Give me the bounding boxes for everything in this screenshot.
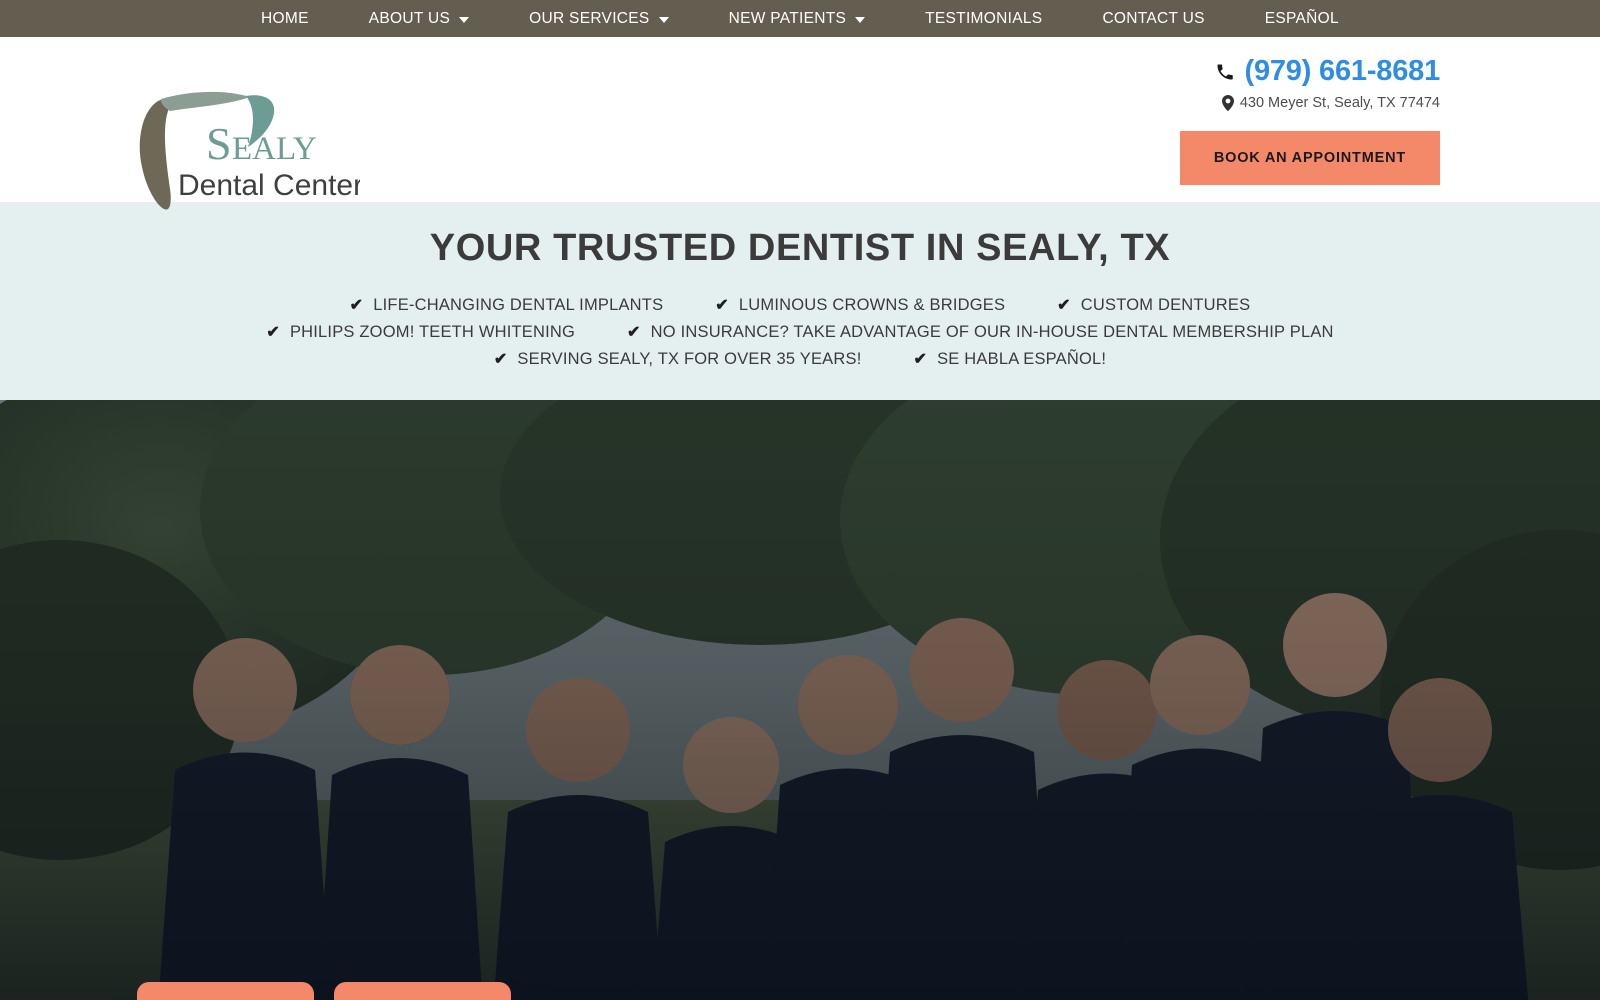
phone-row[interactable]: (979) 661-8681 [1180,55,1440,88]
nav-item-new-patients[interactable]: NEW PATIENTS [699,0,896,37]
check-icon: ✔ [627,323,641,341]
feature-item: ✔ PHILIPS ZOOM! TEETH WHITENING [266,323,575,342]
check-icon: ✔ [266,323,280,341]
nav-item-espanol[interactable]: ESPAÑOL [1235,0,1369,37]
chevron-down-icon [855,16,866,23]
nav-label: ESPAÑOL [1264,10,1339,27]
feature-row-1: ✔ LIFE-CHANGING DENTAL IMPLANTS ✔ LUMINO… [0,296,1600,315]
svg-text:Dental Center: Dental Center [178,169,360,202]
check-icon: ✔ [715,296,729,314]
phone-icon [1217,64,1234,79]
feature-item: ✔ NO INSURANCE? TAKE ADVANTAGE OF OUR IN… [627,323,1334,342]
main-navigation: HOME ABOUT US OUR SERVICES NEW PATIENTS … [0,0,1600,37]
nav-label: ABOUT US [368,10,451,27]
map-pin-icon [1221,95,1234,111]
check-icon: ✔ [349,296,364,314]
feature-label: SERVING SEALY, TX FOR OVER 35 YEARS! [517,350,862,368]
feature-row-3: ✔ SERVING SEALY, TX FOR OVER 35 YEARS! ✔… [0,350,1600,369]
nav-label: HOME [261,10,309,27]
header-contact-block: (979) 661-8681 430 Meyer St, Sealy, TX 7… [1179,55,1440,185]
nav-item-testimonials[interactable]: TESTIMONIALS [895,0,1072,37]
feature-label: LIFE-CHANGING DENTAL IMPLANTS [373,296,664,314]
feature-label: CUSTOM DENTURES [1080,296,1251,314]
nav-item-our-services[interactable]: OUR SERVICES [499,0,698,37]
nav-label: NEW PATIENTS [728,10,847,27]
check-icon: ✔ [1057,296,1071,314]
svg-text:EALY: EALY [232,131,317,167]
nav-item-about-us[interactable]: ABOUT US [339,0,499,37]
nav-item-home[interactable]: HOME [231,0,339,37]
hero-cta-primary[interactable] [137,982,314,1000]
feature-item: ✔ SERVING SEALY, TX FOR OVER 35 YEARS! [494,350,862,369]
feature-row-2: ✔ PHILIPS ZOOM! TEETH WHITENING ✔ NO INS… [0,323,1600,342]
feature-label: LUMINOUS CROWNS & BRIDGES [738,296,1006,314]
phone-number[interactable]: (979) 661-8681 [1244,55,1440,88]
feature-label: PHILIPS ZOOM! TEETH WHITENING [289,323,576,341]
nav-label: CONTACT US [1102,10,1205,27]
value-proposition-banner: YOUR TRUSTED DENTIST IN SEALY, TX ✔ LIFE… [0,202,1600,400]
address-row[interactable]: 430 Meyer St, Sealy, TX 77474 [1180,95,1440,111]
nav-label: OUR SERVICES [529,10,650,27]
hero-overlay [0,400,1600,1000]
feature-item: ✔ SE HABLA ESPAÑOL! [913,350,1106,369]
svg-text:S: S [206,118,231,169]
site-logo[interactable]: S EALY Dental Center [128,85,360,217]
chevron-down-icon [658,16,669,23]
hero-cta-group [137,982,511,1000]
site-header: S EALY Dental Center (979) 661-8681 430 … [0,37,1600,210]
feature-item: ✔ CUSTOM DENTURES [1057,296,1250,315]
chevron-down-icon [459,16,470,23]
feature-item: ✔ LIFE-CHANGING DENTAL IMPLANTS [350,296,664,315]
feature-label: SE HABLA ESPAÑOL! [937,350,1107,368]
book-appointment-button[interactable]: BOOK AN APPOINTMENT [1179,131,1440,185]
hero-cta-secondary[interactable] [334,982,511,1000]
check-icon: ✔ [913,350,928,368]
logo-artwork: S EALY Dental Center [139,91,360,210]
hero-section: "They have a beautiful waiting center, l… [0,400,1600,1000]
page-title: YOUR TRUSTED DENTIST IN SEALY, TX [429,227,1171,269]
feature-label: NO INSURANCE? TAKE ADVANTAGE OF OUR IN-H… [650,323,1334,341]
feature-item: ✔ LUMINOUS CROWNS & BRIDGES [715,296,1005,315]
nav-item-contact-us[interactable]: CONTACT US [1072,0,1234,37]
check-icon: ✔ [493,350,508,368]
address-text: 430 Meyer St, Sealy, TX 77474 [1239,95,1440,111]
nav-label: TESTIMONIALS [925,10,1043,27]
